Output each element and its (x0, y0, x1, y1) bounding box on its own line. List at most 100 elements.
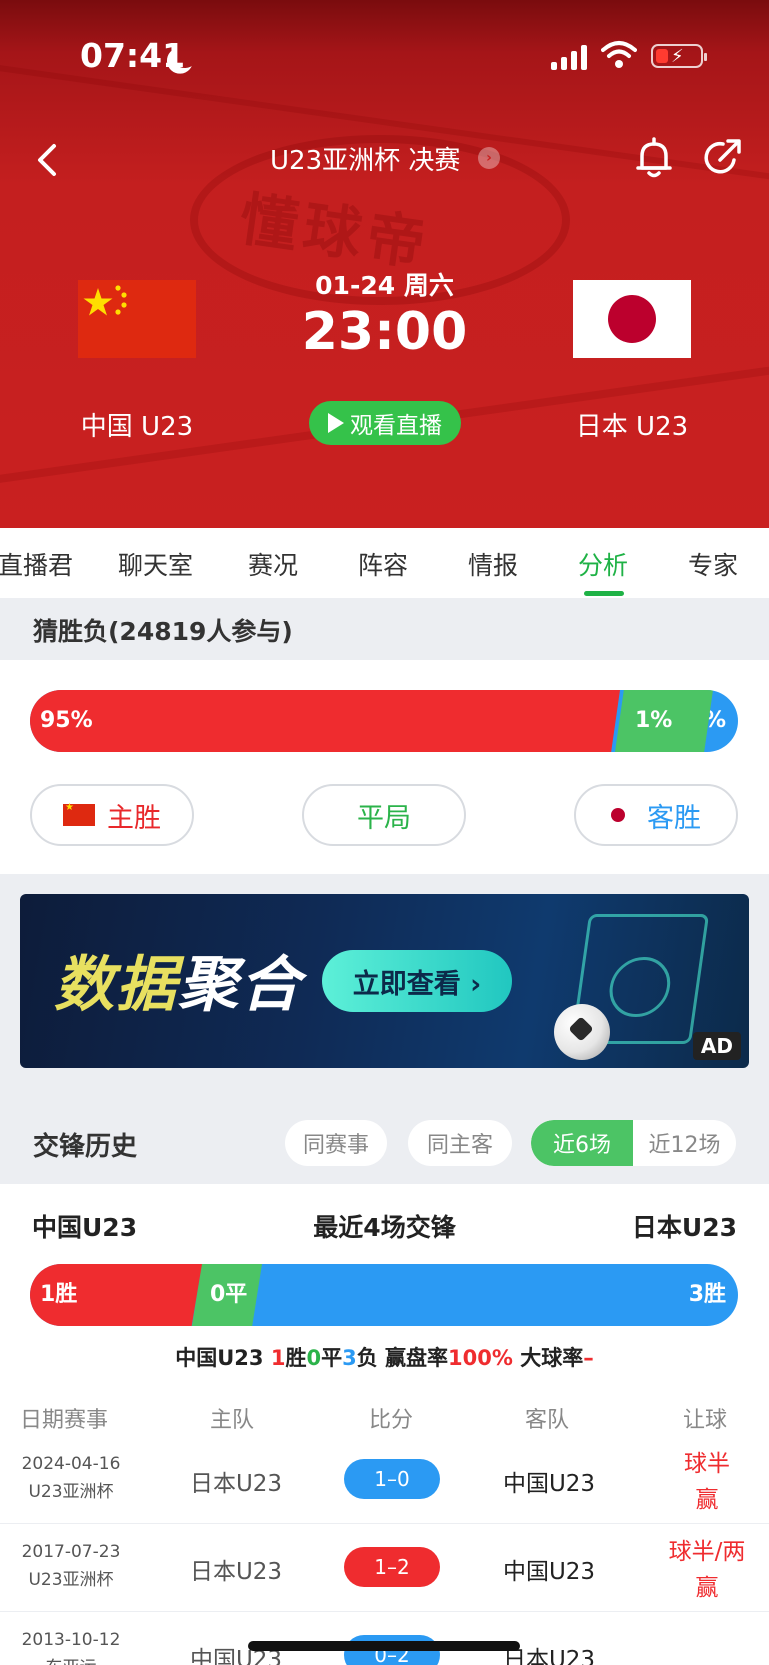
match-row[interactable]: 2017-07-23 U23亚洲杯 日本U23 1–2 中国U23 球半/两赢 (0, 1524, 769, 1612)
status-time: 07:41 (80, 36, 186, 75)
guess-title: 猜胜负(24819人参与) (33, 617, 293, 646)
h2h-home-wins: 1胜 (30, 1264, 202, 1326)
pick-away-win-button[interactable]: 客胜 (574, 784, 738, 846)
row-away-team: 中国U23 (502, 1471, 596, 1497)
toggle-last-12[interactable]: 近12场 (633, 1120, 736, 1166)
ad-section: 数据聚合 立即查看 › AD (0, 874, 769, 1102)
summary-losses: 3 (342, 1346, 357, 1370)
row-away-team: 中国U23 (502, 1559, 596, 1585)
summary-cover-label: 赢盘率 (385, 1346, 449, 1370)
pick-home-label: 主胜 (107, 802, 161, 834)
toggle-last-6[interactable]: 近6场 (531, 1120, 633, 1166)
guess-section-header: 猜胜负(24819人参与) (0, 598, 769, 660)
row-date: 2017-07-23 (21, 1542, 121, 1562)
japan-flag-icon[interactable] (573, 280, 691, 358)
match-count-toggle: 近6场 近12场 (531, 1120, 736, 1166)
tab-analysis[interactable]: 分析 (578, 546, 628, 582)
h2h-record-bar: 3胜 0平 1胜 (30, 1264, 738, 1326)
summary-losses-unit: 负 (356, 1346, 378, 1370)
play-icon (328, 413, 344, 433)
vote-home-pct: 95% (30, 690, 620, 752)
column-header-score: 比分 (369, 1408, 414, 1433)
match-row[interactable]: 2013-10-12东亚运中国U230–2日本U23 (0, 1612, 769, 1665)
away-team-name[interactable]: 日本 U23 (573, 406, 691, 443)
handicap-line: 赢 (695, 1487, 719, 1513)
h2h-draws: 0平 (192, 1264, 262, 1326)
chevron-right-icon[interactable]: › (478, 147, 500, 169)
row-competition: U23亚洲杯 (28, 1570, 114, 1590)
pick-draw-label: 平局 (357, 802, 411, 834)
filter-same-home-away[interactable]: 同主客 (408, 1120, 512, 1166)
row-handicap-result: 球半赢 (654, 1446, 760, 1518)
pick-away-label: 客胜 (647, 802, 701, 834)
h2h-panel: 中国U23 最近4场交锋 日本U23 3胜 0平 1胜 中国U23 1胜0平3负… (0, 1184, 769, 1665)
filter-same-competition[interactable]: 同赛事 (285, 1120, 387, 1166)
summary-wins-unit: 胜 (285, 1346, 307, 1370)
match-row[interactable]: 2024-04-16 U23亚洲杯 日本U23 1–0 中国U23 球半赢 (0, 1436, 769, 1524)
column-header-away: 客队 (525, 1408, 570, 1433)
china-flag-icon (63, 802, 95, 826)
summary-draws: 0 (306, 1346, 322, 1370)
home-team-name[interactable]: 中国 U23 (78, 406, 196, 443)
watch-live-button[interactable]: 观看直播 (309, 401, 461, 445)
cellular-signal-icon (551, 42, 591, 70)
h2h-section-header: 交锋历史 同赛事 同主客 近6场 近12场 (0, 1102, 769, 1184)
handicap-line: 赢 (695, 1575, 719, 1601)
tab-chatroom[interactable]: 聊天室 (118, 546, 193, 582)
vote-draw-pct: 1% (615, 690, 713, 752)
tab-lineup[interactable]: 阵容 (358, 546, 408, 582)
tab-live-host[interactable]: 直播君 (0, 546, 73, 582)
row-handicap-result: 球半/两赢 (654, 1534, 760, 1606)
row-competition: U23亚洲杯 (28, 1482, 114, 1502)
tab-experts[interactable]: 专家 (688, 546, 738, 582)
row-score-badge: 1–0 (344, 1459, 440, 1499)
row-date: 2024-04-16 (21, 1454, 121, 1474)
match-date-comp: 2017-07-23 U23亚洲杯 (12, 1538, 130, 1594)
tab-intel[interactable]: 情报 (468, 546, 518, 582)
summary-team: 中国U23 (175, 1346, 264, 1370)
ad-cta-button[interactable]: 立即查看 › (322, 950, 512, 1012)
vote-bar: 4% 1% 95% (30, 690, 738, 752)
active-tab-indicator (584, 591, 624, 596)
home-indicator[interactable] (248, 1641, 520, 1651)
wifi-icon (601, 41, 637, 68)
pick-home-win-button[interactable]: 主胜 (30, 784, 194, 846)
match-date-comp: 2024-04-16 U23亚洲杯 (12, 1450, 130, 1506)
column-header-home: 主队 (210, 1408, 255, 1433)
summary-over-value: – (583, 1346, 594, 1370)
tab-live-status[interactable]: 赛况 (248, 546, 298, 582)
competition-title[interactable]: U23亚洲杯 决赛 (270, 140, 460, 177)
japan-flag-icon (611, 808, 625, 822)
battery-icon: ⚡ (651, 44, 707, 68)
row-home-team: 日本U23 (189, 1471, 283, 1497)
summary-cover-value: 100% (448, 1346, 513, 1370)
ad-badge: AD (692, 1032, 741, 1060)
share-button[interactable] (702, 136, 744, 178)
row-score-badge: 1–2 (344, 1547, 440, 1587)
guess-panel: 4% 1% 95% 主胜 平局 客胜 (0, 660, 769, 874)
ad-title-a: 数据 (54, 950, 178, 1020)
pick-draw-button[interactable]: 平局 (302, 784, 466, 846)
back-button[interactable] (32, 140, 62, 180)
handicap-line: 球半/两 (668, 1539, 746, 1565)
match-header: 懂球帝 07:41 ⚡ U23亚洲杯 决赛 › 01-24 周六 23:00 中… (0, 0, 769, 528)
bell-button[interactable] (634, 136, 674, 180)
row-home-team: 日本U23 (189, 1559, 283, 1585)
column-header-handicap: 让球 (683, 1408, 728, 1433)
h2h-away-team: 日本U23 (631, 1213, 737, 1242)
h2h-summary: 中国U23 1胜0平3负 赢盘率100% 大球率– (0, 1342, 769, 1372)
handicap-line: 球半 (684, 1451, 730, 1477)
match-date-comp: 2013-10-12 东亚运 (12, 1626, 130, 1665)
summary-over-label: 大球率 (520, 1346, 584, 1370)
summary-draws-unit: 平 (321, 1346, 343, 1370)
column-header-date: 日期赛事 (20, 1408, 109, 1433)
ad-title-b: 聚合 (178, 950, 302, 1020)
watch-live-label: 观看直播 (350, 413, 442, 439)
h2h-title: 交锋历史 (33, 1132, 138, 1162)
ad-banner[interactable]: 数据聚合 立即查看 › AD (20, 894, 749, 1068)
tab-bar: 直播君 聊天室 赛况 阵容 情报 分析 专家 (0, 528, 769, 598)
ad-title: 数据聚合 (54, 936, 302, 1023)
summary-wins: 1 (270, 1346, 286, 1370)
row-date: 2013-10-12 (21, 1630, 121, 1650)
soccer-ball-icon (554, 1004, 610, 1060)
